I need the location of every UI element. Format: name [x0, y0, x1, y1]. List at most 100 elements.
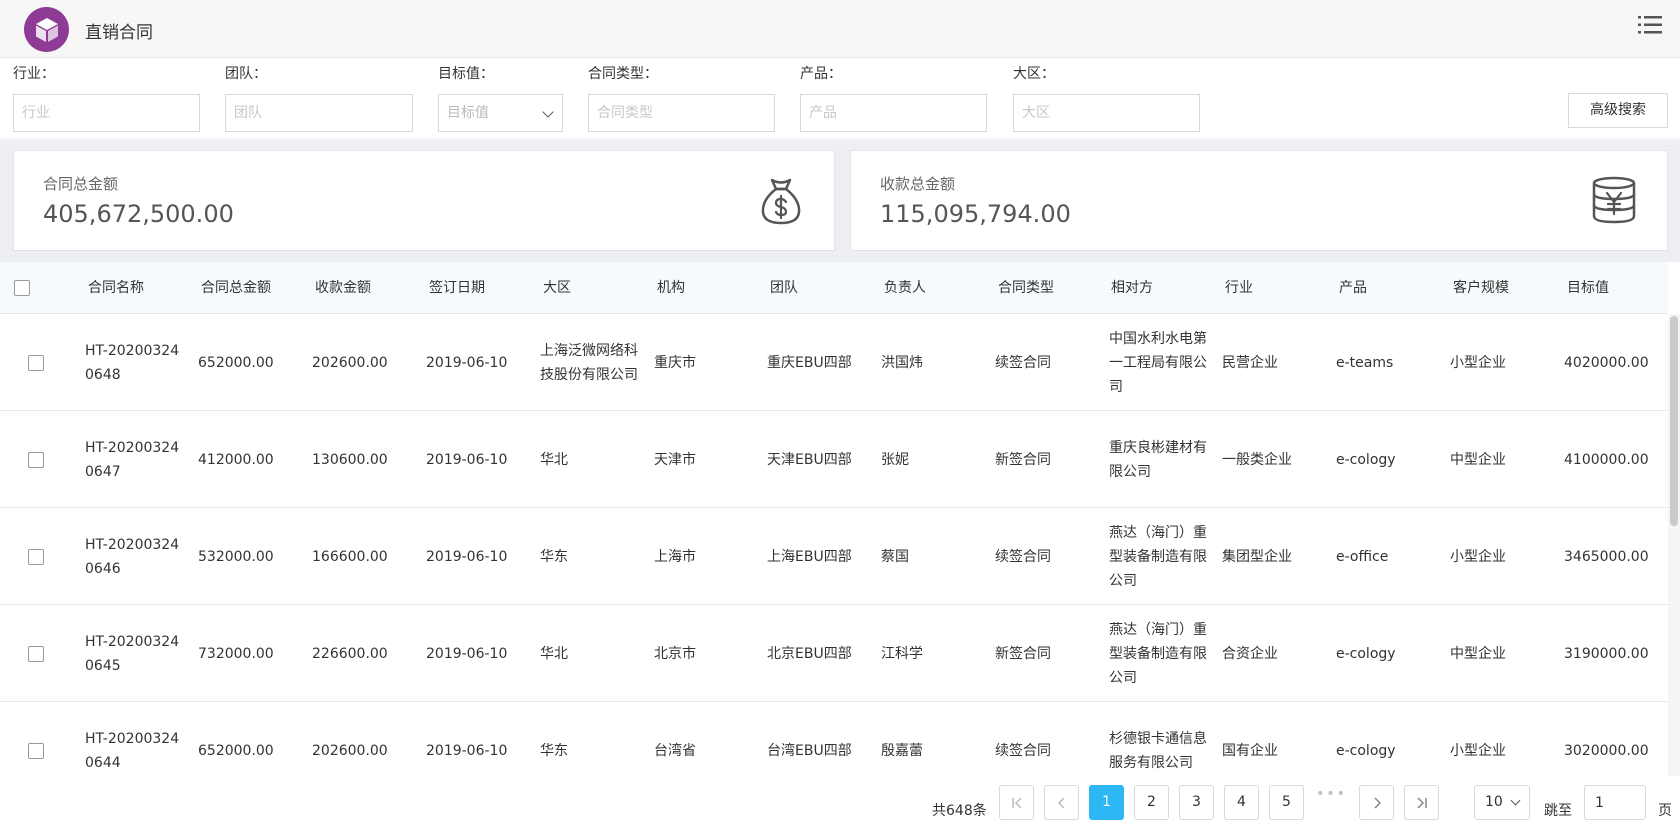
target-select[interactable]: 目标值: [438, 94, 563, 132]
cell-org: 台湾省: [654, 742, 696, 759]
table-scrollbar[interactable]: [1668, 314, 1680, 776]
last-page-button[interactable]: [1404, 785, 1439, 820]
filter-target-label: 目标值：: [438, 66, 494, 82]
column-header[interactable]: 行业: [1225, 262, 1253, 314]
column-header[interactable]: 合同名称: [88, 262, 144, 314]
cell-product: e-cology: [1336, 451, 1396, 468]
contract-table: 合同名称 合同总金额 收款金额 签订日期 大区 机构 团队 负责人 合同类型 相…: [0, 262, 1680, 776]
page-3-button[interactable]: 3: [1179, 785, 1214, 820]
column-header[interactable]: 机构: [657, 262, 685, 314]
cell-org: 上海市: [654, 548, 696, 565]
cell-product: e-cology: [1336, 742, 1396, 759]
row-checkbox[interactable]: [28, 549, 44, 565]
cell-target: 3465000.00: [1564, 548, 1649, 565]
table-row[interactable]: HT-202003240648 652000.00 202600.00 2019…: [0, 314, 1668, 411]
page-2-button[interactable]: 2: [1134, 785, 1169, 820]
cell-payment-amount: 202600.00: [312, 354, 388, 371]
page-5-button[interactable]: 5: [1269, 785, 1304, 820]
total-count: 共648条: [932, 803, 987, 819]
advanced-search-button[interactable]: 高级搜索: [1568, 93, 1668, 128]
column-header[interactable]: 产品: [1339, 262, 1367, 314]
contract-type-input[interactable]: [588, 94, 775, 132]
cell-customer-scale: 小型企业: [1450, 548, 1506, 565]
cell-contract-type: 续签合同: [995, 548, 1051, 565]
row-checkbox[interactable]: [28, 743, 44, 759]
filter-target: 目标值： 目标值: [438, 64, 563, 132]
page-1-button[interactable]: 1: [1089, 785, 1124, 820]
filter-region-label: 大区：: [1013, 66, 1055, 82]
cell-org: 天津市: [654, 451, 696, 468]
filter-contract-type: 合同类型：: [588, 64, 775, 132]
coins-yen-icon: [1592, 176, 1636, 224]
column-header[interactable]: 相对方: [1111, 262, 1153, 314]
cell-product: e-office: [1336, 548, 1389, 565]
cell-contract-name: HT-202003240647: [85, 439, 180, 480]
column-header[interactable]: 合同总金额: [201, 262, 271, 314]
cell-payment-amount: 226600.00: [312, 645, 388, 662]
table-row[interactable]: HT-202003240645 732000.00 226600.00 2019…: [0, 605, 1668, 702]
cell-sign-date: 2019-06-10: [426, 354, 508, 371]
cell-counterparty: 杉德银卡通信息服务有限公司: [1109, 730, 1207, 771]
cell-industry: 一般类企业: [1222, 451, 1292, 468]
table-row[interactable]: HT-202003240644 652000.00 202600.00 2019…: [0, 702, 1668, 776]
page-ellipsis[interactable]: •••: [1314, 786, 1349, 802]
cell-owner: 殷嘉蕾: [881, 742, 923, 759]
cell-customer-scale: 中型企业: [1450, 451, 1506, 468]
cell-owner: 蔡国: [881, 548, 909, 565]
scrollbar-thumb[interactable]: [1670, 316, 1678, 526]
last-page-icon: [1416, 797, 1427, 809]
row-checkbox[interactable]: [28, 355, 44, 371]
select-all-checkbox[interactable]: [14, 280, 30, 296]
cell-counterparty: 重庆良彬建材有限公司: [1109, 439, 1207, 480]
column-header[interactable]: 目标值: [1567, 262, 1609, 314]
column-header[interactable]: 大区: [543, 262, 571, 314]
cell-sign-date: 2019-06-10: [426, 645, 508, 662]
cell-contract-name: HT-202003240646: [85, 536, 180, 577]
cell-org: 重庆市: [654, 354, 696, 371]
first-page-button[interactable]: [999, 785, 1034, 820]
filter-industry-label: 行业：: [13, 66, 55, 82]
page-suffix: 页: [1658, 803, 1672, 819]
filter-industry: 行业：: [13, 64, 200, 132]
target-select-placeholder: 目标值: [447, 105, 489, 121]
cell-target: 4100000.00: [1564, 451, 1649, 468]
top-bar: 直销合同: [0, 0, 1680, 58]
summary-cards: 合同总金额 405,672,500.00 收款总金额 115,095,794.0…: [0, 140, 1680, 262]
money-bag-icon: [761, 178, 801, 225]
payment-total-label: 收款总金额: [880, 175, 956, 193]
prev-page-button[interactable]: [1044, 785, 1079, 820]
pagination: 共648条 1 2 3 4 5 ••• 10 跳至 页: [0, 776, 1680, 840]
contract-total-label: 合同总金额: [43, 175, 119, 193]
column-header[interactable]: 负责人: [884, 262, 926, 314]
page-size-select[interactable]: 10: [1474, 785, 1530, 820]
column-header[interactable]: 合同类型: [998, 262, 1054, 314]
row-checkbox[interactable]: [28, 452, 44, 468]
payment-total-value: 115,095,794.00: [880, 200, 1071, 228]
column-header[interactable]: 收款金额: [315, 262, 371, 314]
cell-contract-type: 新签合同: [995, 451, 1051, 468]
column-header[interactable]: 签订日期: [429, 262, 485, 314]
industry-input[interactable]: [13, 94, 200, 132]
row-checkbox[interactable]: [28, 646, 44, 662]
team-input[interactable]: [225, 94, 413, 132]
next-page-button[interactable]: [1359, 785, 1394, 820]
jump-label: 跳至: [1544, 803, 1572, 819]
cell-team: 北京EBU四部: [767, 645, 852, 662]
cell-team: 重庆EBU四部: [767, 354, 852, 371]
cube-icon: [35, 17, 58, 42]
column-header[interactable]: 客户规模: [1453, 262, 1509, 314]
cell-contract-name: HT-202003240644: [85, 730, 180, 771]
product-input[interactable]: [800, 94, 987, 132]
cell-contract-name: HT-202003240645: [85, 633, 180, 674]
jump-page-input[interactable]: [1584, 785, 1646, 820]
app-title: 直销合同: [85, 23, 153, 43]
list-menu-icon[interactable]: [1638, 14, 1662, 36]
cell-contract-type: 续签合同: [995, 742, 1051, 759]
column-header[interactable]: 团队: [770, 262, 798, 314]
page-4-button[interactable]: 4: [1224, 785, 1259, 820]
cell-counterparty: 中国水利水电第一工程局有限公司: [1109, 330, 1207, 395]
table-row[interactable]: HT-202003240646 532000.00 166600.00 2019…: [0, 508, 1668, 605]
cell-customer-scale: 小型企业: [1450, 742, 1506, 759]
region-input[interactable]: [1013, 94, 1200, 132]
table-row[interactable]: HT-202003240647 412000.00 130600.00 2019…: [0, 411, 1668, 508]
